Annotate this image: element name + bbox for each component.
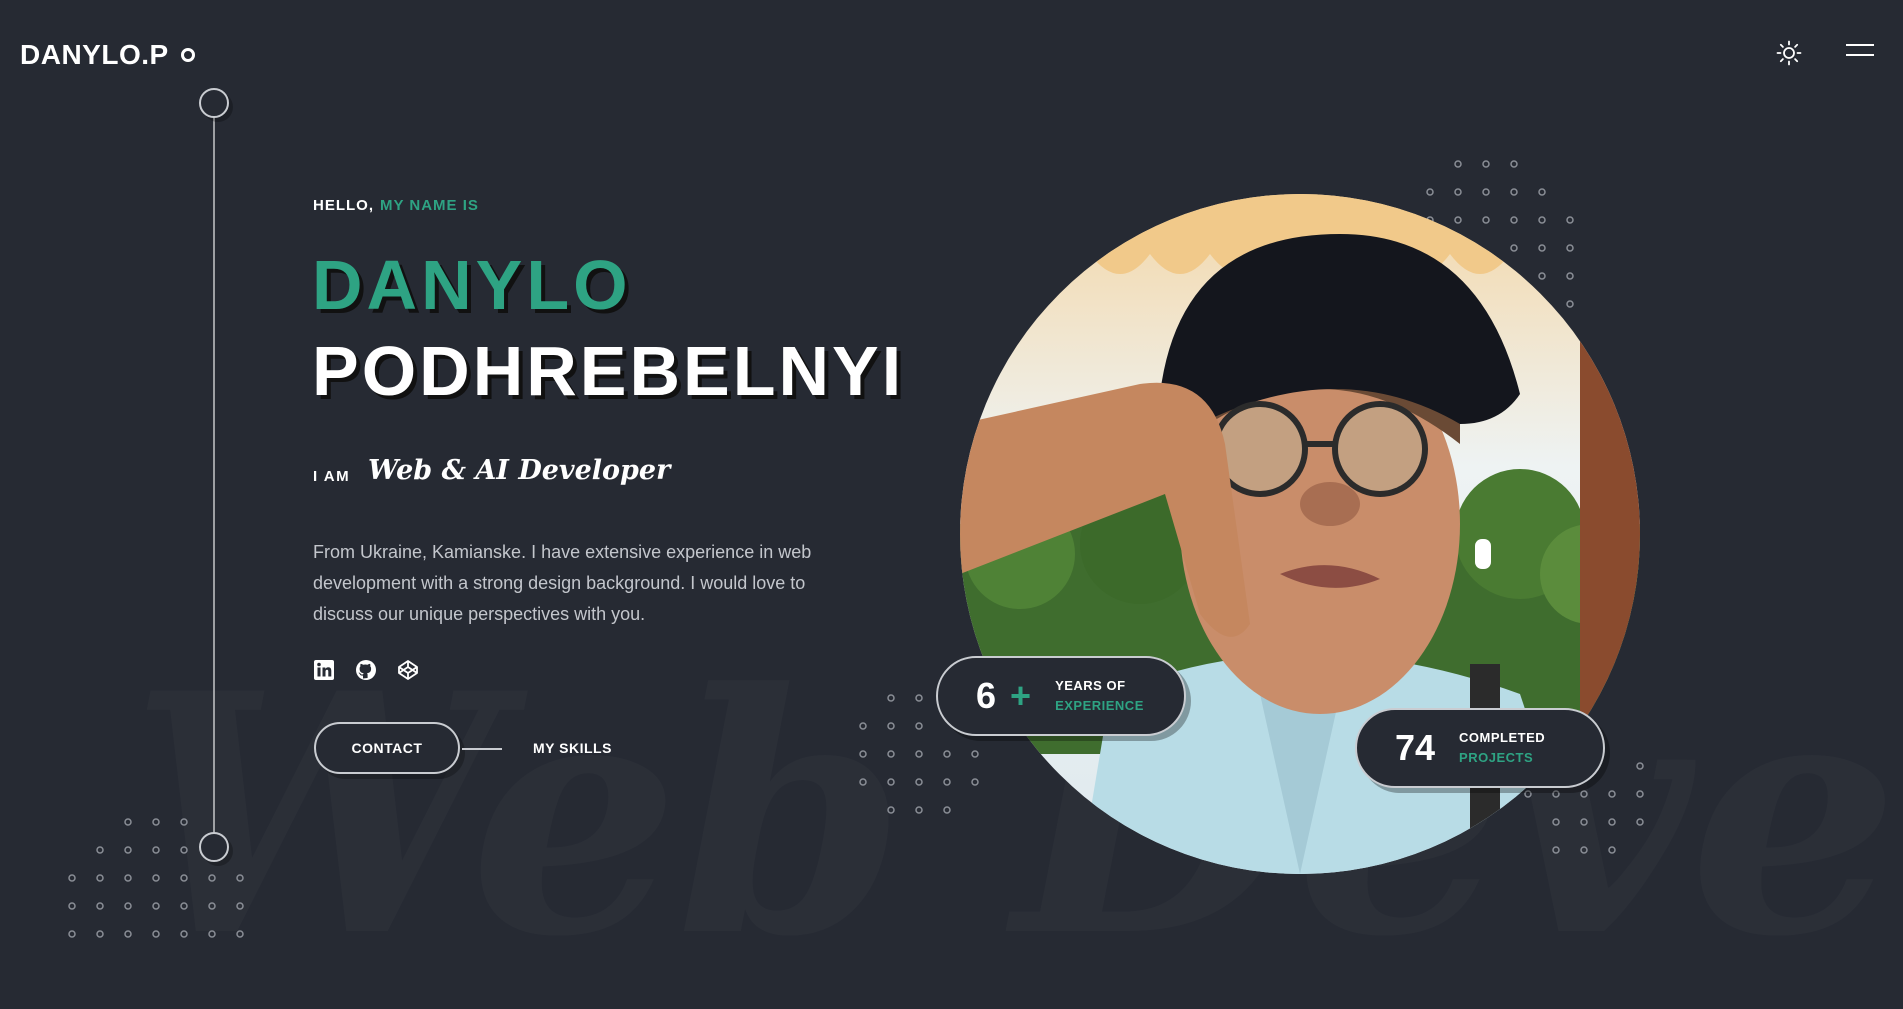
projects-label: COMPLETED PROJECTS <box>1459 728 1545 768</box>
last-name-heading: PODHREBELNYI <box>312 332 905 410</box>
github-icon[interactable] <box>355 659 377 681</box>
my-skills-link[interactable]: MY SKILLS <box>533 740 612 756</box>
vertical-progress-line <box>213 102 215 846</box>
menu-line <box>1846 54 1874 56</box>
greeting: HELLO, MY NAME IS <box>313 197 479 214</box>
projects-label-line1: COMPLETED <box>1459 730 1546 745</box>
scroll-knob-top[interactable] <box>199 88 229 118</box>
menu-line <box>1846 44 1874 46</box>
contact-button[interactable]: CONTACT <box>314 722 460 774</box>
i-am-label: I AM <box>313 468 351 485</box>
dot-pattern-bottom-left <box>68 818 244 938</box>
projects-label-line2: PROJECTS <box>1459 750 1534 765</box>
logo-ring-icon <box>180 48 195 62</box>
sun-icon[interactable] <box>1776 40 1802 66</box>
greeting-accent: MY NAME IS <box>380 197 479 214</box>
logo-text: DANYLO.P <box>20 39 169 70</box>
linkedin-icon[interactable] <box>313 659 335 681</box>
completed-projects-badge: 74 COMPLETED PROJECTS <box>1355 708 1605 788</box>
years-value: 6 <box>976 675 997 716</box>
site-logo[interactable]: DANYLO.P <box>20 39 195 71</box>
plus-icon: + <box>1010 675 1032 716</box>
hamburger-menu-icon[interactable] <box>1846 44 1874 62</box>
role-text: Web & AI Developer <box>368 455 671 486</box>
social-links <box>313 659 419 681</box>
greeting-text: HELLO, <box>313 197 374 214</box>
years-label-line2: EXPERIENCE <box>1055 698 1144 713</box>
years-label: YEARS OF EXPERIENCE <box>1055 676 1144 716</box>
projects-value: 74 <box>1395 727 1436 768</box>
bio-paragraph: From Ukraine, Kamianske. I have extensiv… <box>313 542 812 624</box>
button-connector-line <box>462 748 502 750</box>
codepen-icon[interactable] <box>397 659 419 681</box>
years-label-line1: YEARS OF <box>1055 678 1126 693</box>
first-name-heading: DANYLO <box>312 246 632 324</box>
years-experience-badge: 6 + YEARS OF EXPERIENCE <box>936 656 1186 736</box>
